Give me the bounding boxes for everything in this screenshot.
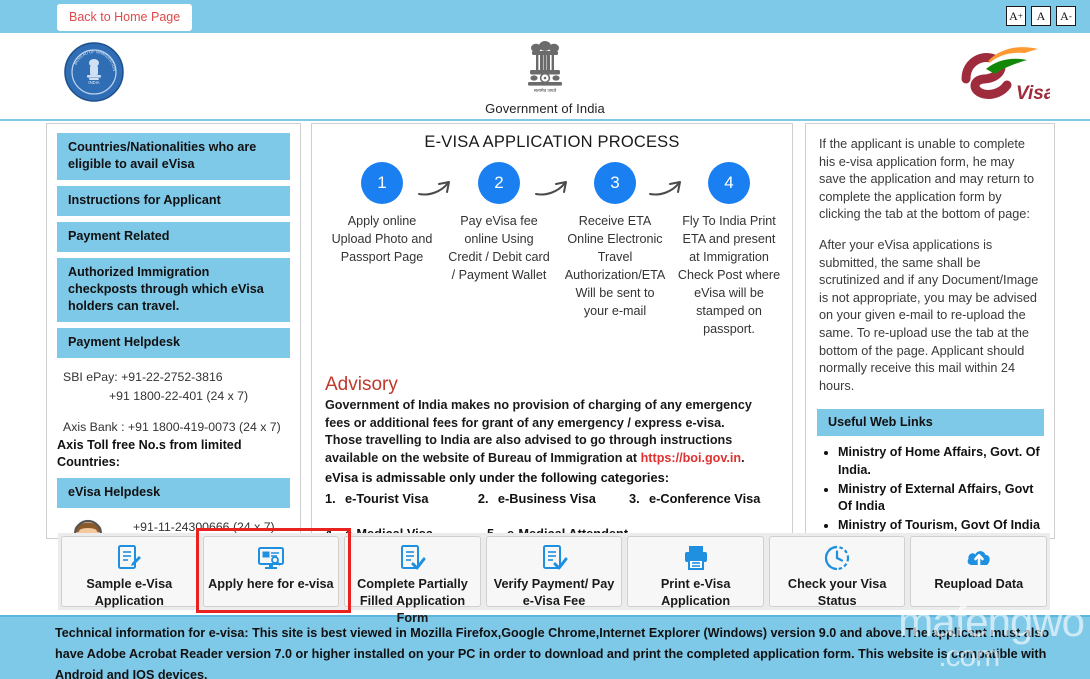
national-emblem-icon: सत्यमेव जयते <box>528 41 562 93</box>
sbi-epay-phone: SBI ePay: +91-22-2752-3816 <box>63 370 223 384</box>
advisory-paragraph-2: Those travelling to India are also advis… <box>325 432 780 467</box>
top-bar: Back to Home Page A + A A- <box>0 0 1090 33</box>
advisory-paragraph-1: Government of India makes no provision o… <box>325 398 752 430</box>
evisa-logo-icon: Visa <box>958 39 1055 114</box>
arrow-right-icon-2 <box>532 176 578 204</box>
process-title: E-VISA APPLICATION PROCESS <box>424 133 680 151</box>
category-item-3: 3. e-Conference Visa <box>629 488 780 510</box>
evisa-home-page: Back to Home Page A + A A- INDIA BUREAU … <box>0 0 1090 679</box>
button-label: Check your Visa Status <box>787 577 887 608</box>
button-label: Complete Partially Filled Application Fo… <box>357 577 468 625</box>
sidebar-item-payment-helpdesk[interactable]: Payment Helpdesk <box>57 328 290 358</box>
categories-row-1: 1. e-Tourist Visa 2. e-Business Visa 3. e-C… <box>325 488 780 510</box>
axis-bank-phone: Axis Bank : +91 1800-419-0073 (24 x 7) <box>63 420 281 434</box>
arrow-right-icon-1 <box>415 176 461 204</box>
step-number-badge: 4 <box>708 162 750 204</box>
category-number: 2. <box>477 491 489 506</box>
right-paragraph-2: After your eVisa applications is submitt… <box>819 237 1039 393</box>
category-label: e-Business Visa <box>497 491 596 506</box>
step-description: Receive ETA Online Electronic Travel Aut… <box>564 214 666 318</box>
right-paragraph-1: If the applicant is unable to complete h… <box>819 137 1035 222</box>
clock-icon <box>822 543 852 573</box>
advisory-section: Advisory Government of India makes no pr… <box>312 367 792 538</box>
sidebar-item-instructions[interactable]: Instructions for Applicant <box>57 186 290 216</box>
arrow-right-icon-3 <box>646 176 692 204</box>
sidebar-item-payment-related[interactable]: Payment Related <box>57 222 290 252</box>
document-check-icon <box>397 543 427 573</box>
monitor-apply-icon <box>256 543 286 573</box>
advisory-heading: Advisory <box>325 374 398 395</box>
step-description: Apply online Upload Photo and Passport P… <box>331 214 433 264</box>
font-size-controls: A + A A- <box>1006 6 1076 26</box>
complete-partially-filled-application-button[interactable]: Complete Partially Filled Application Fo… <box>344 536 481 625</box>
svg-text:सत्यमेव जयते: सत्यमेव जयते <box>534 87 557 93</box>
boi-website-link[interactable]: https://boi.gov.in <box>641 451 742 465</box>
cloud-upload-icon <box>964 543 994 573</box>
content-columns: Countries/Nationalities who are eligible… <box>0 123 1090 543</box>
web-link-mea[interactable]: Ministry of External Affairs, Govt Of In… <box>838 481 1044 516</box>
sidebar-item-eligible-countries[interactable]: Countries/Nationalities who are eligible… <box>57 133 290 180</box>
apply-here-for-evisa-button[interactable]: Apply here for e-visa <box>202 536 340 607</box>
step-description: Fly To India Print ETA and present at Im… <box>677 214 781 336</box>
right-info-panel: If the applicant is unable to complete h… <box>805 123 1055 539</box>
button-label: Reupload Data <box>934 577 1024 591</box>
useful-web-links-list: Ministry of Home Affairs, Govt. Of India… <box>806 442 1054 538</box>
step-description: Pay eVisa fee online Using Credit / Debi… <box>448 214 550 282</box>
printer-icon <box>681 543 711 573</box>
document-pencil-icon <box>114 543 144 573</box>
sidebar-item-evisa-helpdesk[interactable]: eVisa Helpdesk <box>57 478 290 508</box>
back-to-home-button[interactable]: Back to Home Page <box>57 4 193 31</box>
print-evisa-application-button[interactable]: Print e-Visa Application <box>627 536 764 608</box>
step-number-badge: 1 <box>361 162 403 204</box>
button-label: Apply here for e-visa <box>208 577 334 591</box>
category-item-1: 1. e-Tourist Visa <box>325 488 478 510</box>
sample-evisa-application-button[interactable]: Sample e-Visa Application <box>61 536 198 608</box>
normal-font-button[interactable]: A <box>1031 6 1051 26</box>
category-label: e-Tourist Visa <box>345 491 429 506</box>
sidebar-item-checkposts[interactable]: Authorized Immigration checkposts throug… <box>57 258 290 322</box>
process-steps: 1 Apply online Upload Photo and Passport… <box>312 162 792 367</box>
payment-phone-block: SBI ePay: +91-22-2752-3816 +91 1800-22-4… <box>47 364 300 437</box>
sbi-tollfree-phone: +91 1800-22-401 (24 x 7) <box>109 389 249 403</box>
site-header: INDIA BUREAU OF IMMIGRATION सत्यमेव जयते… <box>0 33 1090 121</box>
government-of-india-label: Government of India <box>485 101 605 116</box>
button-label: Print e-Visa Application <box>660 577 731 608</box>
font-letter: A <box>1009 9 1018 23</box>
site-footer: Technical information for e-visa: This s… <box>0 615 1090 679</box>
category-label: e-Conference Visa <box>648 491 761 506</box>
categories-heading: eVisa is admissable only under the follo… <box>325 470 669 485</box>
step-number-badge: 3 <box>594 162 636 204</box>
button-label: Sample e-Visa Application <box>86 577 173 608</box>
category-item-2: 2. e-Business Visa <box>478 488 629 510</box>
button-label: Verify Payment/ Pay e-Visa Fee <box>493 577 615 608</box>
left-sidebar-panel: Countries/Nationalities who are eligible… <box>46 123 301 539</box>
category-number: 1. <box>325 491 336 506</box>
web-link-mha[interactable]: Ministry of Home Affairs, Govt. Of India… <box>838 444 1044 479</box>
svg-text:Visa: Visa <box>1016 83 1050 104</box>
national-emblem-block: सत्यमेव जयते Government of India <box>0 37 1090 116</box>
technical-information-text: Technical information for e-visa: This s… <box>55 626 1050 679</box>
reupload-data-button[interactable]: Reupload Data <box>910 536 1048 607</box>
category-number: 3. <box>628 491 640 506</box>
action-toolbar: Sample e-Visa Application Apply here for… <box>58 533 1050 625</box>
font-letter: A <box>1036 9 1046 23</box>
axis-tollfree-note: Axis Toll free No.s from limited Countri… <box>57 438 242 469</box>
step-number-badge: 2 <box>478 162 520 204</box>
process-step-4: 4 Fly To India Print ETA and present at … <box>677 162 781 338</box>
useful-web-links-heading: Useful Web Links <box>817 409 1044 437</box>
center-panel: E-VISA APPLICATION PROCESS 1 Apply onlin… <box>311 123 793 539</box>
document-check-icon <box>539 543 569 573</box>
decrease-font-button[interactable]: A- <box>1056 6 1076 26</box>
font-letter: A <box>1060 9 1069 23</box>
verify-payment-button[interactable]: Verify Payment/ Pay e-Visa Fee <box>485 536 623 608</box>
increase-font-button[interactable]: A + <box>1006 6 1026 26</box>
advisory-para2-post: . <box>741 450 745 465</box>
check-visa-status-button[interactable]: Check your Visa Status <box>768 536 906 608</box>
